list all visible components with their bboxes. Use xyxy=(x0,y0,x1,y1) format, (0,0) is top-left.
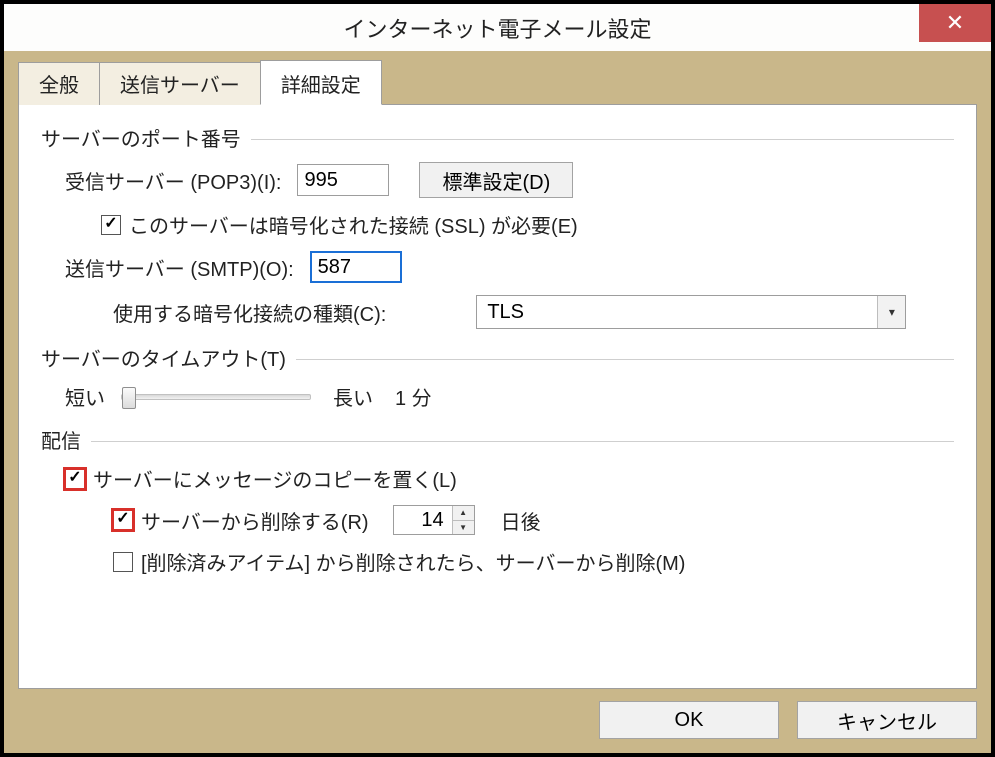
remove-after-days-value[interactable] xyxy=(394,506,452,534)
cancel-button[interactable]: キャンセル xyxy=(797,701,977,739)
group-delivery-title: 配信 xyxy=(41,425,81,454)
use-defaults-button[interactable]: 標準設定(D) xyxy=(419,162,573,198)
chevron-down-icon: ▾ xyxy=(877,296,905,328)
outgoing-port-input[interactable] xyxy=(310,251,402,283)
tab-general[interactable]: 全般 xyxy=(18,62,100,105)
close-icon: ✕ xyxy=(946,10,964,36)
slider-thumb[interactable] xyxy=(122,387,136,409)
group-line xyxy=(296,359,954,360)
close-button[interactable]: ✕ xyxy=(919,4,991,42)
incoming-port-input[interactable] xyxy=(297,164,389,196)
tabstrip: 全般 送信サーバー 詳細設定 xyxy=(18,62,977,105)
spinner-down-icon[interactable]: ▼ xyxy=(453,520,474,535)
ssl-required-checkbox[interactable] xyxy=(101,215,121,235)
remove-after-checkbox[interactable] xyxy=(113,510,133,530)
timeout-value-label: 1 分 xyxy=(395,382,432,411)
encryption-selected-value: TLS xyxy=(477,301,877,324)
leave-copy-checkbox[interactable] xyxy=(65,469,85,489)
group-ports-title: サーバーのポート番号 xyxy=(41,123,241,152)
remove-when-deleted-checkbox[interactable] xyxy=(113,552,133,572)
spinner-up-icon[interactable]: ▲ xyxy=(453,506,474,520)
encryption-type-select[interactable]: TLS ▾ xyxy=(476,295,906,329)
ok-button[interactable]: OK xyxy=(599,701,779,739)
window-title: インターネット電子メール設定 xyxy=(343,12,651,44)
days-suffix-label: 日後 xyxy=(501,506,541,535)
remove-after-days-spinner[interactable]: ▲ ▼ xyxy=(393,505,475,535)
group-line xyxy=(91,441,954,442)
ssl-required-label: このサーバーは暗号化された接続 (SSL) が必要(E) xyxy=(129,210,578,239)
group-timeout-title: サーバーのタイムアウト(T) xyxy=(41,343,286,372)
incoming-server-label: 受信サーバー (POP3)(I): xyxy=(65,166,281,195)
tab-advanced-panel: サーバーのポート番号 受信サーバー (POP3)(I): 標準設定(D) このサ… xyxy=(18,104,977,689)
tab-outgoing-server[interactable]: 送信サーバー xyxy=(99,62,261,105)
dialog-window: インターネット電子メール設定 ✕ 全般 送信サーバー 詳細設定 サーバーのポート… xyxy=(0,0,995,757)
tab-advanced[interactable]: 詳細設定 xyxy=(260,60,382,105)
timeout-slider[interactable] xyxy=(121,394,311,400)
group-server-ports: サーバーのポート番号 受信サーバー (POP3)(I): 標準設定(D) このサ… xyxy=(41,123,954,329)
outgoing-server-label: 送信サーバー (SMTP)(O): xyxy=(65,253,294,282)
group-delivery: 配信 サーバーにメッセージのコピーを置く(L) サーバーから削除する(R) ▲ xyxy=(41,425,954,576)
timeout-long-label: 長い xyxy=(333,382,373,411)
leave-copy-label: サーバーにメッセージのコピーを置く(L) xyxy=(93,464,457,493)
encryption-type-label: 使用する暗号化接続の種類(C): xyxy=(113,298,386,327)
dialog-buttons: OK キャンセル xyxy=(18,701,977,739)
group-server-timeout: サーバーのタイムアウト(T) 短い 長い 1 分 xyxy=(41,343,954,411)
timeout-short-label: 短い xyxy=(65,382,105,411)
remove-when-deleted-label: [削除済みアイテム] から削除されたら、サーバーから削除(M) xyxy=(141,547,685,576)
client-area: 全般 送信サーバー 詳細設定 サーバーのポート番号 受信サーバー (POP3)(… xyxy=(4,52,991,753)
remove-after-label: サーバーから削除する(R) xyxy=(141,506,369,535)
titlebar: インターネット電子メール設定 ✕ xyxy=(4,4,991,52)
group-line xyxy=(251,139,954,140)
